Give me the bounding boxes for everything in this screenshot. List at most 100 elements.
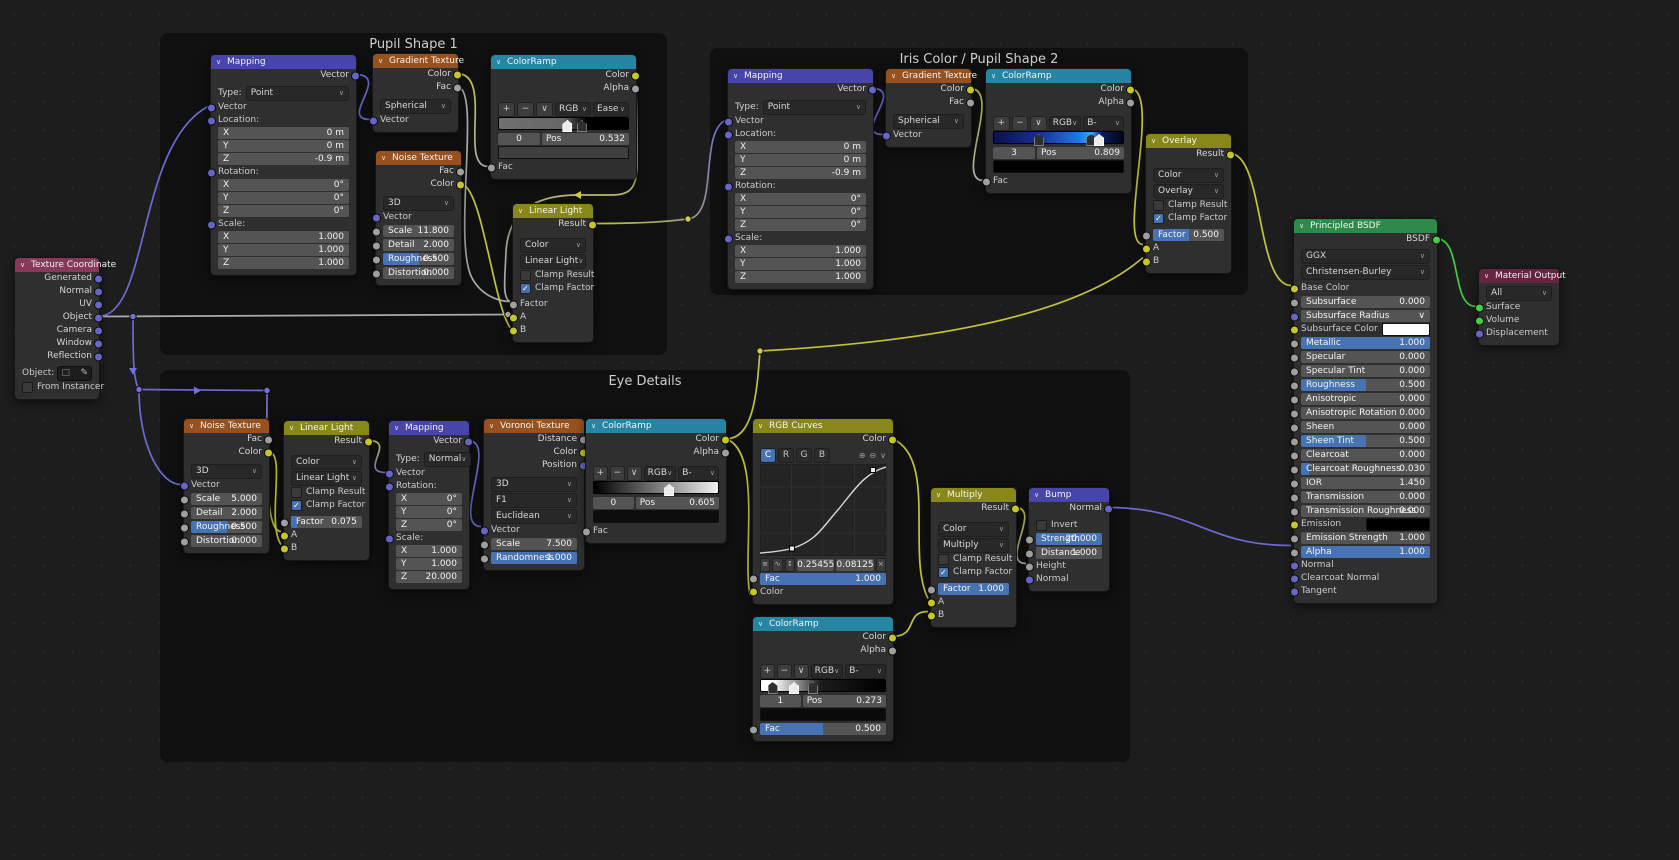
field-x[interactable]: X1.000 (218, 231, 349, 243)
slider-roughness[interactable]: Roughness0.500 (1301, 379, 1430, 391)
socket-in-anisotropic-rotation[interactable] (1290, 409, 1299, 418)
node-noise-texture-2[interactable]: ∨Noise TextureFacColor3D∨VectorScale5.00… (183, 418, 270, 554)
node-rgb-curves[interactable]: ∨RGB CurvesColorCRGB⊕⊖∨≡∿↕0.254550.08125… (752, 418, 894, 605)
collapse-icon[interactable]: ∨ (189, 419, 194, 433)
colorramp-gradient[interactable] (498, 117, 629, 132)
node-header[interactable]: ∨Gradient Texture (373, 54, 458, 68)
interpolation-dropdown[interactable]: B-Spline∨ (1083, 116, 1124, 131)
dropdown-3d[interactable]: 3D∨ (383, 196, 454, 211)
reroute-dot[interactable] (685, 216, 691, 222)
node-header[interactable]: ∨Bump (1029, 488, 1109, 502)
remove-stop-button[interactable]: − (610, 466, 625, 481)
field-x[interactable]: X0° (735, 193, 866, 205)
field-y[interactable]: Y0° (396, 506, 462, 518)
stop-index-field[interactable]: 1 (760, 695, 801, 707)
socket-in-distortion[interactable] (180, 537, 189, 546)
field-z[interactable]: Z1.000 (735, 271, 866, 283)
socket-in-scale[interactable] (180, 495, 189, 504)
socket-in-scale[interactable] (385, 534, 394, 543)
checkbox-row-clamp-factor[interactable]: Clamp Factor (291, 499, 362, 512)
socket-in-randomness[interactable] (480, 554, 489, 563)
colorramp-gradient[interactable] (760, 679, 886, 694)
slider-factor[interactable]: Factor0.075 (291, 516, 362, 528)
stop-position-field[interactable]: Pos0.532 (542, 133, 629, 145)
node-principled-bsdf[interactable]: ∨Principled BSDFBSDFGGX∨Christensen-Burl… (1293, 218, 1438, 604)
collapse-icon[interactable]: ∨ (1484, 269, 1489, 283)
socket-in-rotation[interactable] (207, 168, 216, 177)
field-z[interactable]: Z-0.9 m (218, 153, 349, 165)
socket-out-color[interactable] (456, 180, 465, 189)
socket-in-rotation[interactable] (385, 482, 394, 491)
dropdown-overlay[interactable]: Overlay∨ (1153, 184, 1224, 199)
socket-in-factor[interactable] (1142, 231, 1151, 240)
slider-ior[interactable]: IOR1.450 (1301, 477, 1430, 489)
checkbox-row-from-instancer[interactable]: From Instancer (22, 381, 92, 394)
node-material-output[interactable]: ∨Material OutputAll∨SurfaceVolumeDisplac… (1478, 268, 1560, 346)
socket-in-fac[interactable] (982, 177, 991, 186)
node-header[interactable]: ∨Noise Texture (184, 419, 269, 433)
node-colorramp-2[interactable]: ∨ColorRampColorAlpha+−∨RGB∨B-Spline∨3Pos… (985, 68, 1132, 194)
node-header[interactable]: ∨Multiply (931, 488, 1016, 502)
slider-clearcoat[interactable]: Clearcoat0.000 (1301, 449, 1430, 461)
socket-in-fac[interactable] (749, 725, 758, 734)
socket-out-alpha[interactable] (631, 84, 640, 93)
dropdown-point[interactable]: Point∨ (763, 100, 866, 115)
remove-stop-button[interactable]: − (517, 102, 534, 117)
field-x[interactable]: X1.000 (735, 245, 866, 257)
socket-in-color[interactable] (749, 588, 758, 597)
node-colorramp-1[interactable]: ∨ColorRampColorAlpha+−∨RGB∨Ease∨0Pos0.53… (490, 54, 637, 180)
socket-out-color[interactable] (966, 85, 975, 94)
collapse-icon[interactable]: ∨ (381, 151, 386, 165)
socket-in-transmission[interactable] (1290, 493, 1299, 502)
checkbox-row-clamp-factor[interactable]: Clamp Factor (938, 566, 1009, 579)
slider-transmission-roughness[interactable]: Transmission Roughness0.000 (1301, 505, 1430, 517)
collapse-icon[interactable]: ∨ (1034, 488, 1039, 502)
node-gradient-texture-1[interactable]: ∨Gradient TextureColorFacSpherical∨Vecto… (372, 53, 459, 133)
socket-in-clearcoat[interactable] (1290, 451, 1299, 460)
node-linear-light-2[interactable]: ∨Linear LightResultColor∨Linear Light∨Cl… (283, 420, 370, 561)
stop-position-field[interactable]: Pos0.273 (803, 695, 886, 707)
slider-distance[interactable]: Distance1.000 (1036, 547, 1102, 559)
socket-in-specular[interactable] (1290, 353, 1299, 362)
checkbox-clamp-result[interactable] (938, 554, 949, 565)
node-header[interactable]: ∨Texture Coordinate (15, 258, 99, 272)
collapse-icon[interactable]: ∨ (489, 419, 494, 433)
socket-out-result[interactable] (364, 437, 373, 446)
socket-in-a[interactable] (1142, 244, 1151, 253)
ramp-options-button[interactable]: ∨ (794, 664, 809, 679)
color-mode-dropdown[interactable]: RGB∨ (1049, 116, 1082, 131)
field-z[interactable]: Z-0.9 m (735, 167, 866, 179)
checkbox-clamp-factor[interactable] (520, 283, 531, 294)
socket-out-fac[interactable] (264, 435, 273, 444)
socket-in-anisotropic[interactable] (1290, 395, 1299, 404)
field-x[interactable]: X0° (396, 493, 462, 505)
socket-in-normal[interactable] (1025, 575, 1034, 584)
field-z[interactable]: Z0° (396, 519, 462, 531)
dropdown-f1[interactable]: F1∨ (491, 493, 577, 508)
node-colorramp-3[interactable]: ∨ColorRampColorAlpha+−∨RGB∨B-Spline∨0Pos… (585, 418, 727, 544)
field-z[interactable]: Z20.000 (396, 571, 462, 583)
node-header[interactable]: ∨Gradient Texture (886, 69, 971, 83)
zoom-in-icon[interactable]: ⊕ (859, 451, 866, 460)
socket-out-uv[interactable] (94, 300, 103, 309)
node-header[interactable]: ∨RGB Curves (753, 419, 893, 433)
collapse-icon[interactable]: ∨ (378, 54, 383, 68)
collapse-icon[interactable]: ∨ (936, 488, 941, 502)
socket-in-location[interactable] (207, 116, 216, 125)
ramp-options-button[interactable]: ∨ (627, 466, 642, 481)
remove-stop-button[interactable]: − (1012, 116, 1029, 131)
slider-strength[interactable]: Strength20.000 (1036, 533, 1102, 545)
collapse-icon[interactable]: ∨ (891, 69, 896, 83)
field-x[interactable]: X1.000 (396, 545, 462, 557)
socket-out-alpha[interactable] (888, 646, 897, 655)
socket-in-sheen-tint[interactable] (1290, 437, 1299, 446)
checkbox-from-instancer[interactable] (22, 382, 33, 393)
field-y[interactable]: Y0 m (218, 140, 349, 152)
node-noise-texture-1[interactable]: ∨Noise TextureFacColor3D∨VectorScale11.8… (375, 150, 462, 286)
dropdown-color[interactable]: Color∨ (291, 455, 362, 470)
socket-in-factor[interactable] (509, 300, 518, 309)
socket-in-vector[interactable] (180, 481, 189, 490)
checkbox-clamp-result[interactable] (291, 487, 302, 498)
slider-subsurface-radius[interactable]: Subsurface Radius∨ (1301, 310, 1430, 322)
socket-out-generated[interactable] (94, 274, 103, 283)
